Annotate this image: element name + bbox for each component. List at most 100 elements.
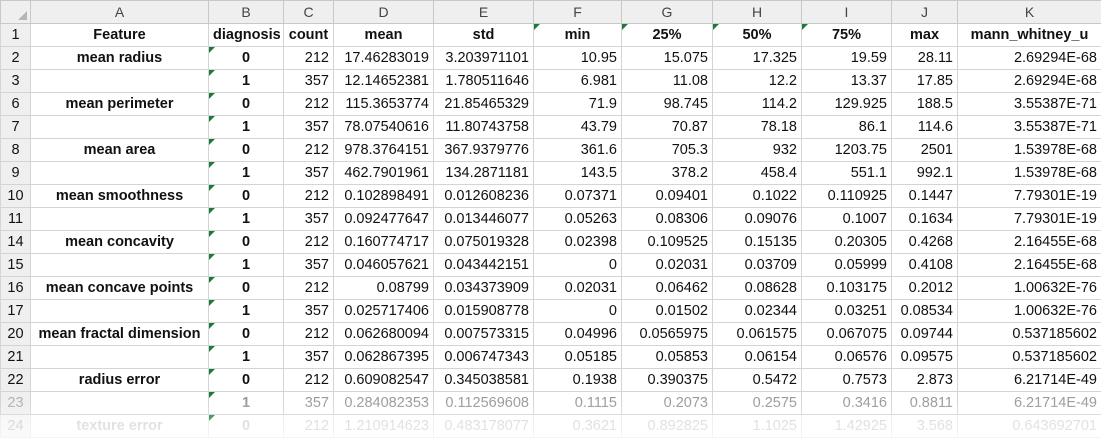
row-header[interactable]: 23 [0,391,31,415]
cell-25pct[interactable]: 0.109525 [621,230,713,254]
cell-mean[interactable]: 462.7901961 [333,161,434,185]
cell-count[interactable]: 357 [283,69,334,93]
cell-75pct[interactable]: 0.20305 [801,230,892,254]
cell-feature[interactable] [30,253,209,277]
cell-mann-whitney-u[interactable]: 6.21714E-49 [957,391,1101,415]
cell-25pct[interactable]: 11.08 [621,69,713,93]
row-header[interactable]: 21 [0,345,31,369]
cell-count[interactable]: 212 [283,368,334,392]
cell-feature[interactable]: radius error [30,368,209,392]
cell-mean[interactable]: 0.062867395 [333,345,434,369]
cell-feature[interactable] [30,207,209,231]
cell-feature[interactable]: mean concavity [30,230,209,254]
cell-75pct[interactable]: 0.067075 [801,322,892,346]
cell-75pct[interactable]: 0.03251 [801,299,892,323]
cell-feature[interactable]: mean perimeter [30,92,209,116]
column-header-j[interactable]: J [891,0,958,24]
cell-max[interactable]: 28.11 [891,46,958,70]
cell-max[interactable]: 114.6 [891,115,958,139]
column-header-h[interactable]: H [712,0,802,24]
cell-mann-whitney-u[interactable]: 2.16455E-68 [957,253,1101,277]
cell-75pct[interactable]: 551.1 [801,161,892,185]
row-header[interactable]: 14 [0,230,31,254]
cell-mean[interactable]: 78.07540616 [333,115,434,139]
cell-header-50pct[interactable]: 50% [712,23,802,47]
row-header[interactable]: 11 [0,207,31,231]
cell-header-75pct[interactable]: 75% [801,23,892,47]
column-header-i[interactable]: I [801,0,892,24]
cell-feature[interactable] [30,115,209,139]
cell-max[interactable]: 2.873 [891,368,958,392]
row-header[interactable]: 15 [0,253,31,277]
column-header-k[interactable]: K [957,0,1101,24]
column-header-a[interactable]: A [30,0,209,24]
cell-mean[interactable]: 978.3764151 [333,138,434,162]
row-header[interactable]: 17 [0,299,31,323]
cell-count[interactable]: 212 [283,276,334,300]
cell-header-feature[interactable]: Feature [30,23,209,47]
cell-min[interactable]: 0.05263 [533,207,622,231]
cell-feature[interactable] [30,299,209,323]
cell-50pct[interactable]: 1.1025 [712,414,802,438]
cell-max[interactable]: 17.85 [891,69,958,93]
cell-50pct[interactable]: 0.06154 [712,345,802,369]
cell-min[interactable]: 0.02031 [533,276,622,300]
cell-header-mean[interactable]: mean [333,23,434,47]
cell-mann-whitney-u[interactable]: 1.53978E-68 [957,138,1101,162]
cell-count[interactable]: 357 [283,161,334,185]
cell-75pct[interactable]: 129.925 [801,92,892,116]
cell-75pct[interactable]: 13.37 [801,69,892,93]
cell-max[interactable]: 0.4268 [891,230,958,254]
cell-min[interactable]: 10.95 [533,46,622,70]
cell-mann-whitney-u[interactable]: 1.00632E-76 [957,299,1101,323]
cell-max[interactable]: 0.1447 [891,184,958,208]
cell-25pct[interactable]: 0.09401 [621,184,713,208]
cell-mean[interactable]: 115.3653774 [333,92,434,116]
cell-75pct[interactable]: 0.05999 [801,253,892,277]
cell-header-std[interactable]: std [433,23,534,47]
column-header-g[interactable]: G [621,0,713,24]
cell-min[interactable]: 0.07371 [533,184,622,208]
cell-feature[interactable] [30,345,209,369]
cell-50pct[interactable]: 12.2 [712,69,802,93]
cell-min[interactable]: 6.981 [533,69,622,93]
cell-count[interactable]: 357 [283,391,334,415]
column-header-d[interactable]: D [333,0,434,24]
cell-header-diagnosis[interactable]: diagnosis [208,23,284,47]
row-header[interactable]: 20 [0,322,31,346]
cell-50pct[interactable]: 0.02344 [712,299,802,323]
cell-count[interactable]: 212 [283,322,334,346]
cell-50pct[interactable]: 0.061575 [712,322,802,346]
cell-count[interactable]: 357 [283,345,334,369]
cell-75pct[interactable]: 1203.75 [801,138,892,162]
cell-min[interactable]: 0.1938 [533,368,622,392]
cell-50pct[interactable]: 0.2575 [712,391,802,415]
row-header[interactable]: 9 [0,161,31,185]
cell-50pct[interactable]: 0.1022 [712,184,802,208]
cell-diagnosis[interactable]: 0 [208,276,284,300]
cell-mean[interactable]: 17.46283019 [333,46,434,70]
cell-count[interactable]: 357 [283,299,334,323]
row-header[interactable]: 8 [0,138,31,162]
cell-diagnosis[interactable]: 0 [208,230,284,254]
cell-max[interactable]: 188.5 [891,92,958,116]
cell-std[interactable]: 0.112569608 [433,391,534,415]
cell-count[interactable]: 212 [283,230,334,254]
cell-std[interactable]: 134.2871181 [433,161,534,185]
cell-std[interactable]: 0.345038581 [433,368,534,392]
cell-feature[interactable]: mean smoothness [30,184,209,208]
cell-mean[interactable]: 0.284082353 [333,391,434,415]
cell-count[interactable]: 212 [283,138,334,162]
cell-diagnosis[interactable]: 1 [208,391,284,415]
cell-mann-whitney-u[interactable]: 3.55387E-71 [957,115,1101,139]
cell-feature[interactable]: mean area [30,138,209,162]
cell-diagnosis[interactable]: 1 [208,207,284,231]
cell-25pct[interactable]: 0.01502 [621,299,713,323]
cell-mean[interactable]: 0.062680094 [333,322,434,346]
select-all-corner[interactable] [0,0,31,24]
column-header-b[interactable]: B [208,0,284,24]
cell-max[interactable]: 3.568 [891,414,958,438]
cell-mann-whitney-u[interactable]: 7.79301E-19 [957,207,1101,231]
cell-std[interactable]: 0.034373909 [433,276,534,300]
cell-50pct[interactable]: 932 [712,138,802,162]
